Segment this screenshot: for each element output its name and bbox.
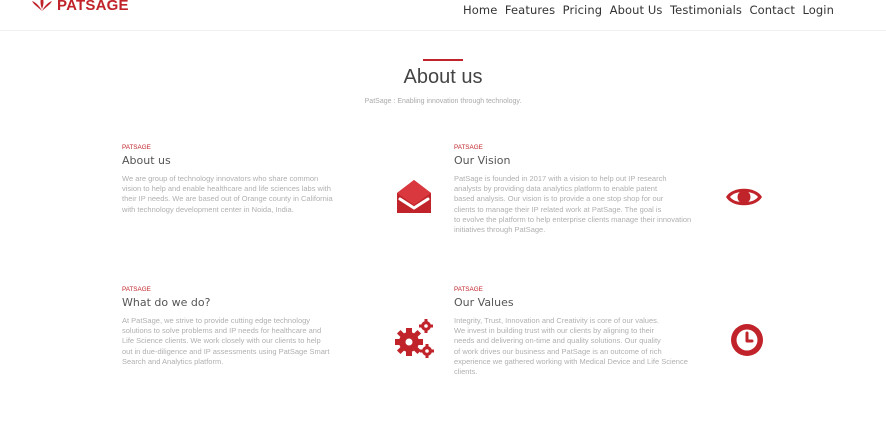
- feature-about-us: PATSAGE About us We are group of technol…: [122, 144, 392, 215]
- nav-pricing[interactable]: Pricing: [563, 3, 602, 17]
- brand-name: PATSAGE: [57, 0, 129, 14]
- eye-icon: [726, 188, 762, 206]
- gears-icon: [395, 319, 434, 358]
- nav-about-us[interactable]: About Us: [610, 3, 663, 17]
- feature-our-vision: PATSAGE Our Vision PatSage is founded in…: [454, 144, 759, 235]
- top-navbar: PATSAGE Home Features Pricing About Us T…: [0, 0, 886, 31]
- page-subtitle: PatSage : Enabling innovation through te…: [364, 98, 522, 105]
- feature-description: At PatSage, we strive to provide cutting…: [122, 316, 330, 366]
- feature-kicker: PATSAGE: [122, 286, 151, 293]
- nav-testimonials[interactable]: Testimonials: [670, 3, 742, 17]
- feature-kicker: PATSAGE: [454, 286, 483, 293]
- envelope-icon: [397, 180, 431, 213]
- feature-kicker: PATSAGE: [122, 144, 151, 151]
- clock-icon: [731, 324, 763, 356]
- brand-logo[interactable]: PATSAGE: [30, 0, 129, 15]
- feature-description: PatSage is founded in 2017 with a vision…: [454, 174, 692, 235]
- feature-description: We are group of technology innovators wh…: [122, 174, 333, 214]
- feature-title: Our Vision: [454, 154, 511, 167]
- nav-home[interactable]: Home: [463, 3, 497, 17]
- nav-login[interactable]: Login: [802, 3, 834, 17]
- feature-what-we-do: PATSAGE What do we do? At PatSage, we st…: [122, 286, 387, 367]
- nav-features[interactable]: Features: [505, 3, 555, 17]
- page-title: About us: [403, 66, 483, 88]
- main-nav: Home Features Pricing About Us Testimoni…: [456, 3, 834, 17]
- feature-title: About us: [122, 154, 171, 167]
- patsage-leaf-logo-icon: [32, 0, 52, 11]
- feature-title: Our Values: [454, 296, 514, 309]
- feature-our-values: PATSAGE Our Values Integrity, Trust, Inn…: [454, 286, 744, 377]
- feature-title: What do we do?: [122, 296, 211, 309]
- nav-contact[interactable]: Contact: [750, 3, 795, 17]
- feature-description: Integrity, Trust, Innovation and Creativ…: [454, 316, 688, 377]
- feature-kicker: PATSAGE: [454, 144, 483, 151]
- heading-accent-rule: [423, 59, 463, 61]
